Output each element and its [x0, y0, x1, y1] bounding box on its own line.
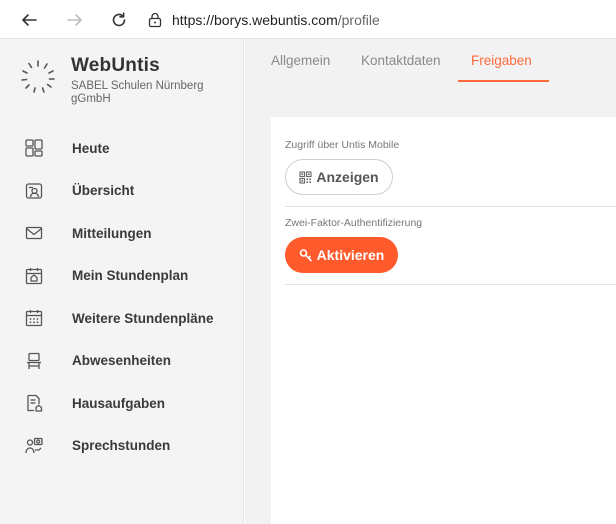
sidebar: WebUntis SABEL Schulen Nürnberg gGmbH He…: [0, 39, 244, 524]
consultation-icon: [24, 436, 44, 456]
qr-code-icon: [299, 170, 312, 184]
tab-kontaktdaten[interactable]: Kontaktdaten: [361, 53, 441, 68]
sidebar-item-mein-stundenplan[interactable]: Mein Stundenplan: [0, 255, 244, 298]
sidebar-item-weitere-stundenplaene[interactable]: Weitere Stundenpläne: [0, 297, 244, 340]
sidebar-item-label: Hausaufgaben: [72, 395, 166, 411]
absence-icon: [24, 351, 44, 371]
sidebar-item-heute[interactable]: Heute: [0, 127, 244, 170]
address-bar[interactable]: https://borys.webuntis.com/profile: [148, 8, 380, 32]
site-info-icon[interactable]: [148, 12, 162, 28]
calendar-home-icon: [24, 266, 44, 286]
homework-icon: [24, 393, 44, 413]
activate-button[interactable]: Aktivieren: [285, 237, 398, 273]
dashboard-icon: [24, 138, 44, 158]
url-text: https://borys.webuntis.com/profile: [172, 12, 380, 28]
freigaben-card: Zugriff über Untis Mobile Anzeigen Zwei-…: [271, 117, 616, 524]
sidebar-item-label: Übersicht: [72, 183, 135, 199]
sidebar-item-hausaufgaben[interactable]: Hausaufgaben: [0, 382, 244, 425]
two-factor-label: Zwei-Faktor-Authentifizierung: [285, 217, 423, 229]
sidebar-item-uebersicht[interactable]: Übersicht: [0, 170, 244, 213]
sidebar-item-abwesenheiten[interactable]: Abwesenheiten: [0, 340, 244, 383]
activate-button-label: Aktivieren: [316, 247, 385, 263]
brand-name: WebUntis: [71, 55, 160, 76]
school-name: SABEL Schulen Nürnberg gGmbH: [71, 80, 204, 105]
forward-arrow-icon[interactable]: [64, 9, 86, 31]
mail-icon: [24, 223, 44, 243]
key-icon: [299, 248, 313, 262]
sidebar-item-label: Heute: [72, 140, 110, 156]
sidebar-item-label: Abwesenheiten: [72, 353, 172, 369]
url-path: /profile: [337, 12, 380, 28]
sidebar-item-label: Sprechstunden: [72, 438, 171, 454]
main-content: Allgemein Kontaktdaten Freigaben Zugriff…: [245, 39, 616, 524]
calendar-grid-icon: [24, 308, 44, 328]
show-button[interactable]: Anzeigen: [285, 159, 393, 195]
tab-allgemein[interactable]: Allgemein: [271, 53, 330, 68]
sidebar-item-mitteilungen[interactable]: Mitteilungen: [0, 212, 244, 255]
mobile-access-label: Zugriff über Untis Mobile: [285, 139, 400, 151]
browser-toolbar: https://borys.webuntis.com/profile: [0, 0, 616, 39]
active-tab-indicator: [458, 80, 549, 82]
sidebar-item-label: Weitere Stundenpläne: [72, 310, 214, 326]
sidebar-menu: Heute Übersicht Mitteilungen Mein Stunde…: [0, 127, 244, 467]
back-arrow-icon[interactable]: [18, 9, 40, 31]
show-button-label: Anzeigen: [316, 169, 379, 185]
webuntis-logo-icon: [21, 60, 55, 93]
sidebar-item-sprechstunden[interactable]: Sprechstunden: [0, 425, 244, 468]
url-host: https://borys.webuntis.com: [172, 12, 338, 28]
profile-tabs: Allgemein Kontaktdaten Freigaben: [245, 39, 616, 85]
sidebar-item-label: Mitteilungen: [72, 225, 152, 241]
sidebar-item-label: Mein Stundenplan: [72, 268, 189, 284]
section-divider: [285, 284, 616, 285]
brand[interactable]: WebUntis SABEL Schulen Nürnberg gGmbH: [18, 53, 238, 123]
reload-icon[interactable]: [108, 9, 130, 31]
tab-freigaben[interactable]: Freigaben: [471, 53, 532, 68]
overview-icon: [24, 181, 44, 201]
section-divider: [285, 206, 616, 207]
